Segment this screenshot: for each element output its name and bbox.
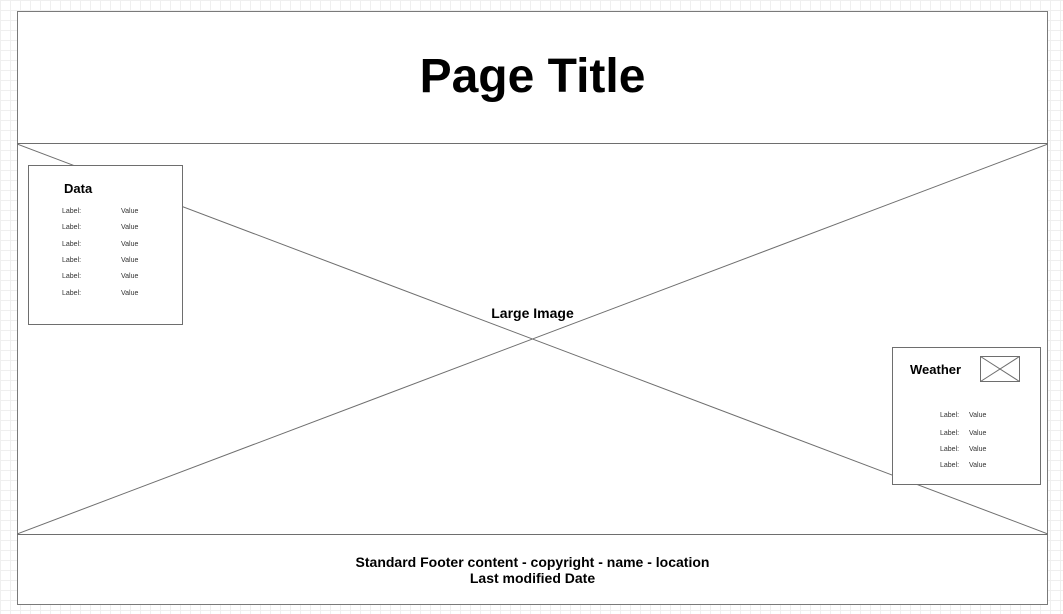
data-row-value: Value — [121, 273, 139, 280]
data-row-label: Label: — [62, 224, 82, 231]
data-panel-title: Data — [64, 181, 93, 196]
page-footer: Standard Footer content - copyright - na… — [17, 534, 1048, 605]
data-row-label: Label: — [62, 290, 82, 297]
weather-row-value: Value — [969, 462, 987, 469]
page-title: Page Title — [419, 49, 646, 103]
image-placeholder-icon — [980, 356, 1020, 382]
weather-row-value: Value — [969, 412, 987, 419]
data-row-value: Value — [121, 290, 139, 297]
data-row-label: Label: — [62, 241, 82, 248]
data-row-label: Label: — [62, 273, 82, 280]
weather-panel-title: Weather — [910, 362, 962, 377]
weather-row-label: Label: — [940, 430, 960, 437]
weather-row-label: Label: — [940, 412, 960, 419]
weather-row-label: Label: — [940, 462, 960, 469]
weather-row-label: Label: — [940, 446, 960, 453]
data-row-label: Label: — [62, 208, 82, 215]
weather-row-value: Value — [969, 430, 987, 437]
data-row-value: Value — [121, 257, 139, 264]
data-row-value: Value — [121, 241, 139, 248]
data-panel: Data Label: Value Label: Value Label: Va… — [28, 165, 183, 325]
footer-copyright-text: Standard Footer content - copyright - na… — [355, 554, 710, 570]
weather-panel: Weather Label: Value Label: Value Label:… — [892, 347, 1041, 485]
weather-row-value: Value — [969, 446, 987, 453]
data-row-label: Label: — [62, 257, 82, 264]
data-row-value: Value — [121, 208, 139, 215]
footer-modified-date-text: Last modified Date — [469, 570, 596, 586]
data-row-value: Value — [121, 224, 139, 231]
page-header: Page Title — [17, 11, 1048, 144]
